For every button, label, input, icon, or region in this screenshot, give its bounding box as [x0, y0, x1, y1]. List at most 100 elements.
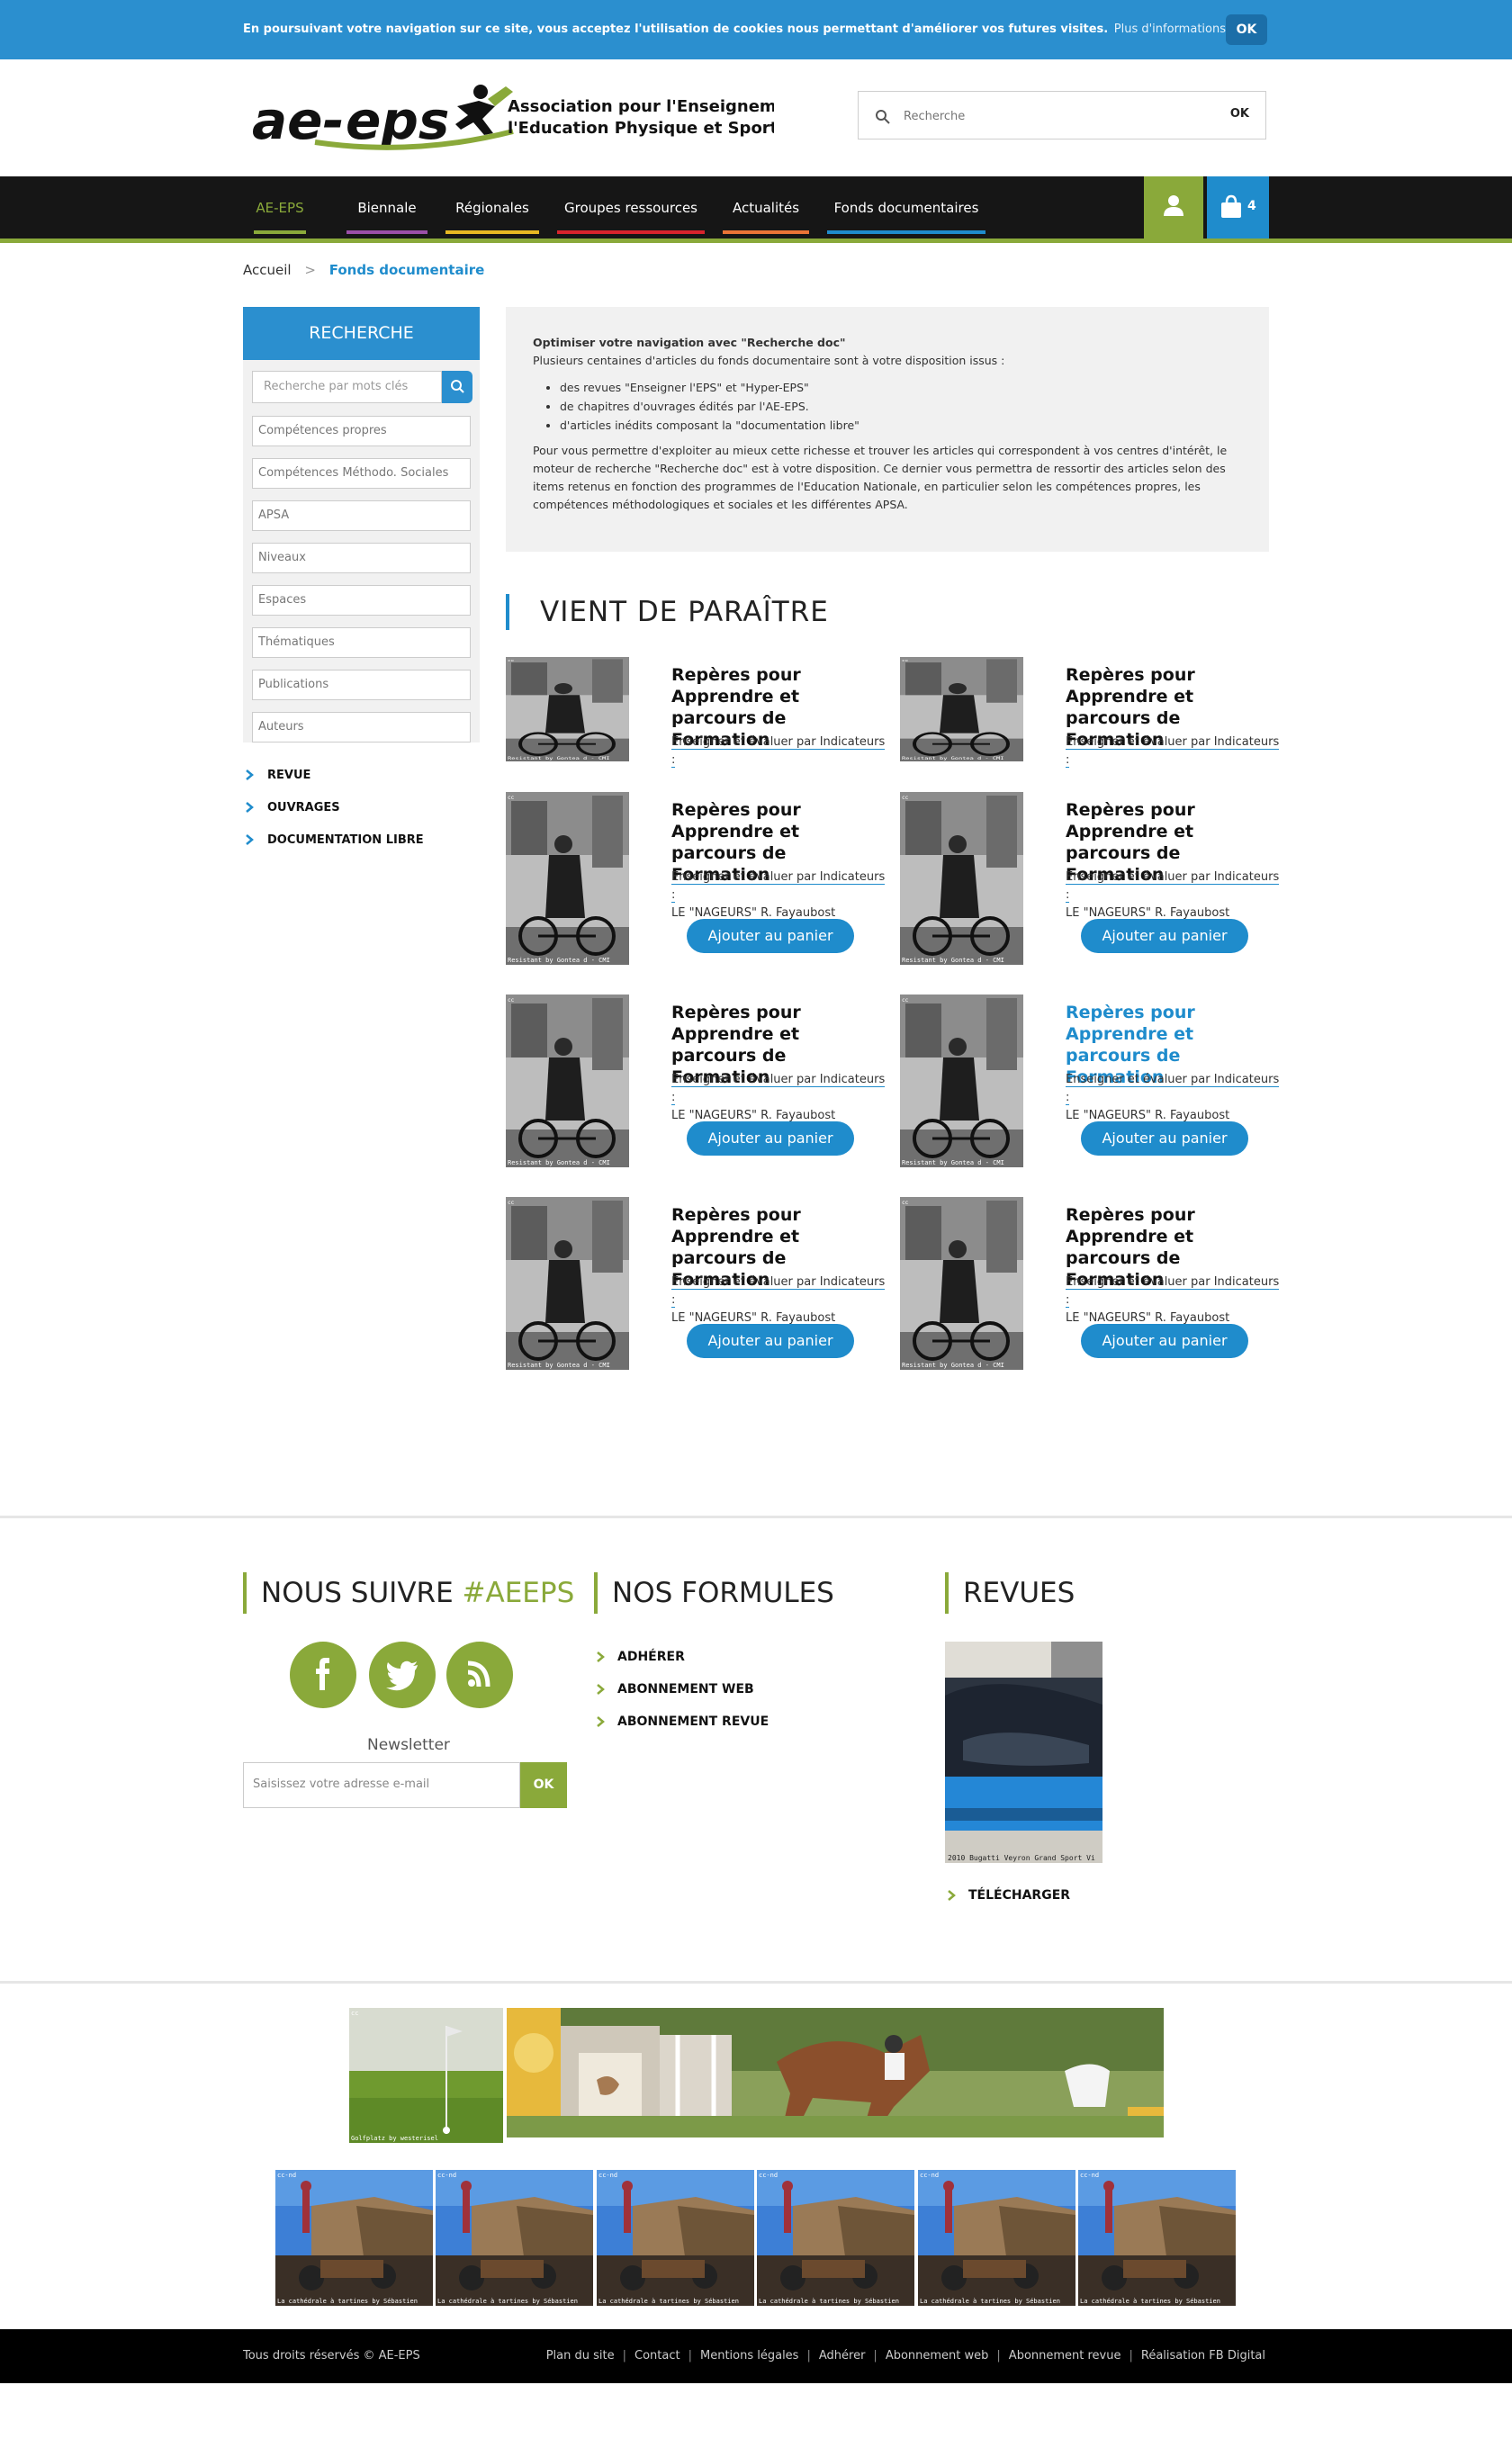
equestrian-image: [507, 2008, 1164, 2138]
footer-link[interactable]: Contact: [634, 2349, 680, 2362]
nav-item-groupes-ressources[interactable]: Groupes ressources: [557, 191, 705, 234]
copyright: Tous droits réservés © AE-EPS: [243, 2349, 420, 2362]
account-button[interactable]: [1144, 176, 1203, 238]
product-image[interactable]: cc Resistant by Gontea d - CMI: [506, 1197, 629, 1370]
partner-thumbnail[interactable]: cc-nd La cathédrale à tartines by Sébasti…: [1078, 2170, 1236, 2306]
info-title: Optimiser votre navigation avec "Recherc…: [533, 336, 846, 349]
nav-underline: [723, 230, 809, 234]
svg-text:cc: cc: [508, 795, 515, 801]
formule-link-adherer[interactable]: ADHÉRER: [594, 1648, 685, 1666]
footer-link[interactable]: Abonnement revue: [1009, 2349, 1121, 2362]
filter-publications[interactable]: Publications: [252, 670, 471, 700]
formule-link-abonnement-web[interactable]: ABONNEMENT WEB: [594, 1680, 754, 1698]
twitter-button[interactable]: [369, 1642, 436, 1708]
follow-title: NOUS SUIVRE #AEEPS: [243, 1572, 574, 1614]
thumb-caption: La cathédrale à tartines by Sébastien: [759, 2298, 899, 2305]
product-author: LE "NAGEURS" R. Fayaubost: [1066, 1109, 1230, 1122]
filter-niveaux[interactable]: Niveaux: [252, 543, 471, 573]
partner-banner-golf[interactable]: cc Golfplatz by westerisel: [349, 2008, 503, 2143]
product-subtitle: Enseigner et évaluer par Indicateurs : LE…: [1066, 870, 1280, 920]
add-to-cart-button[interactable]: Ajouter au panier: [1081, 1324, 1248, 1358]
newsletter-email-input[interactable]: Saisissez votre adresse e-mail: [243, 1762, 520, 1808]
product-subtitle: Enseigner et évaluer par Indicateurs :: [1066, 735, 1280, 768]
footer-link[interactable]: Adhérer: [819, 2349, 866, 2362]
cookie-ok-button[interactable]: OK: [1226, 14, 1267, 45]
revue-cover-image[interactable]: 2010 Bugatti Veyron Grand Sport Vi: [945, 1642, 1102, 1863]
product-author: LE "NAGEURS" R. Fayaubost: [1066, 1311, 1230, 1325]
cart-button[interactable]: 4: [1207, 176, 1269, 238]
product-subtitle: Enseigner et évaluer par Indicateurs : LE…: [1066, 1073, 1280, 1122]
download-link[interactable]: TÉLÉCHARGER: [945, 1886, 1070, 1904]
product-image[interactable]: cc Resistant by Gontea d - CMI: [900, 657, 1023, 761]
nav-item-regionales[interactable]: Régionales: [446, 191, 539, 234]
nav-item-fonds-documentaires[interactable]: Fonds documentaires: [827, 191, 986, 234]
filter-competences-propres[interactable]: Compétences propres: [252, 416, 471, 446]
add-to-cart-button[interactable]: Ajouter au panier: [687, 1324, 854, 1358]
footer-link[interactable]: Abonnement web: [886, 2349, 989, 2362]
shopping-bag-icon: [1221, 194, 1241, 218]
product-photo: cc Resistant by Gontea d - CMI: [900, 657, 1023, 761]
filter-espaces[interactable]: Espaces: [252, 585, 471, 616]
header-search-input[interactable]: [904, 104, 1174, 128]
facebook-icon: [316, 1658, 329, 1690]
formule-link-abonnement-revue[interactable]: ABONNEMENT REVUE: [594, 1713, 769, 1731]
image-caption: Resistant by Gontea d - CMI: [508, 957, 610, 964]
info-box: Optimiser votre navigation avec "Recherc…: [506, 307, 1269, 552]
info-bullet: de chapitres d'ouvrages édités par l'AE-…: [560, 398, 860, 416]
partner-banner-equestrian[interactable]: [507, 2008, 1164, 2138]
product-image[interactable]: cc Resistant by Gontea d - CMI: [900, 792, 1023, 965]
product-image[interactable]: cc Resistant by Gontea d - CMI: [506, 657, 629, 761]
product-image[interactable]: cc Resistant by Gontea d - CMI: [506, 994, 629, 1167]
newsletter-ok-button[interactable]: OK: [520, 1762, 567, 1808]
golf-image: cc Golfplatz by westerisel: [349, 2008, 503, 2143]
footer-link[interactable]: Mentions légales: [700, 2349, 798, 2362]
footer-link[interactable]: Plan du site: [546, 2349, 615, 2362]
footer-link[interactable]: Réalisation FB Digital: [1141, 2349, 1265, 2362]
partner-thumbnail[interactable]: cc-nd La cathédrale à tartines by Sébasti…: [918, 2170, 1076, 2306]
product-image[interactable]: cc Resistant by Gontea d - CMI: [900, 994, 1023, 1167]
partner-thumbnail[interactable]: cc-nd La cathédrale à tartines by Sébasti…: [436, 2170, 593, 2306]
product-subtitle: Enseigner et évaluer par Indicateurs : LE…: [671, 1275, 886, 1325]
header-search-ok-button[interactable]: OK: [1230, 107, 1249, 121]
product-card: cc Resistant by Gontea d - CMI Repères pou…: [900, 792, 1280, 972]
product-image[interactable]: cc Resistant by Gontea d - CMI: [900, 1197, 1023, 1370]
partner-thumbnail[interactable]: cc-nd La cathédrale à tartines by Sébasti…: [275, 2170, 433, 2306]
sidebar-link-documentation-libre[interactable]: DOCUMENTATION LIBRE: [243, 830, 424, 862]
nav-item-biennale[interactable]: Biennale: [346, 191, 428, 234]
facebook-button[interactable]: [290, 1642, 356, 1708]
site-logo[interactable]: ae- eps Association pour l'Enseignement …: [252, 79, 807, 157]
filter-apsa[interactable]: APSA: [252, 500, 471, 531]
cathedral-image: cc-nd La cathédrale à tartines by Sébasti…: [918, 2170, 1076, 2306]
add-to-cart-button[interactable]: Ajouter au panier: [1081, 919, 1248, 953]
product-photo: cc Resistant by Gontea d - CMI: [506, 994, 629, 1167]
info-bullet: des revues "Enseigner l'EPS" et "Hyper-E…: [560, 379, 860, 397]
sidebar-link-ouvrages[interactable]: OUVRAGES: [243, 797, 424, 830]
partner-thumbnail[interactable]: cc-nd La cathédrale à tartines by Sébasti…: [597, 2170, 754, 2306]
add-to-cart-button[interactable]: Ajouter au panier: [687, 919, 854, 953]
add-to-cart-button[interactable]: Ajouter au panier: [687, 1121, 854, 1156]
svg-text:cc-nd: cc-nd: [1080, 2172, 1099, 2179]
breadcrumb-home[interactable]: Accueil: [243, 262, 292, 278]
filter-auteurs[interactable]: Auteurs: [252, 712, 471, 742]
sidebar-link-revue[interactable]: REVUE: [243, 765, 424, 797]
image-caption: Resistant by Gontea d - CMI: [508, 1362, 610, 1369]
add-to-cart-button[interactable]: Ajouter au panier: [1081, 1121, 1248, 1156]
nav-item-actualites[interactable]: Actualités: [723, 191, 809, 234]
product-card: cc Resistant by Gontea d - CMI Repères pou…: [506, 994, 886, 1174]
keyword-search-input[interactable]: Recherche par mots clés: [252, 371, 442, 403]
chevron-right-icon: [246, 834, 254, 845]
svg-text:cc: cc: [902, 1200, 909, 1206]
filter-thematiques[interactable]: Thématiques: [252, 627, 471, 658]
svg-text:cc: cc: [508, 1200, 515, 1206]
image-caption: Resistant by Gontea d - CMI: [902, 1362, 1004, 1369]
nav-underline: [557, 230, 705, 234]
nav-item-ae-eps[interactable]: AE-EPS: [254, 191, 306, 234]
product-image[interactable]: cc Resistant by Gontea d - CMI: [506, 792, 629, 965]
partner-thumbnail[interactable]: cc-nd La cathédrale à tartines by Sébasti…: [757, 2170, 914, 2306]
cathedral-image: cc-nd La cathédrale à tartines by Sébasti…: [436, 2170, 593, 2306]
svg-text:cc: cc: [508, 997, 515, 1004]
svg-text:cc-nd: cc-nd: [437, 2172, 456, 2179]
rss-button[interactable]: [446, 1642, 513, 1708]
filter-competences-methodo[interactable]: Compétences Méthodo. Sociales: [252, 458, 471, 489]
keyword-search-button[interactable]: [442, 371, 472, 403]
